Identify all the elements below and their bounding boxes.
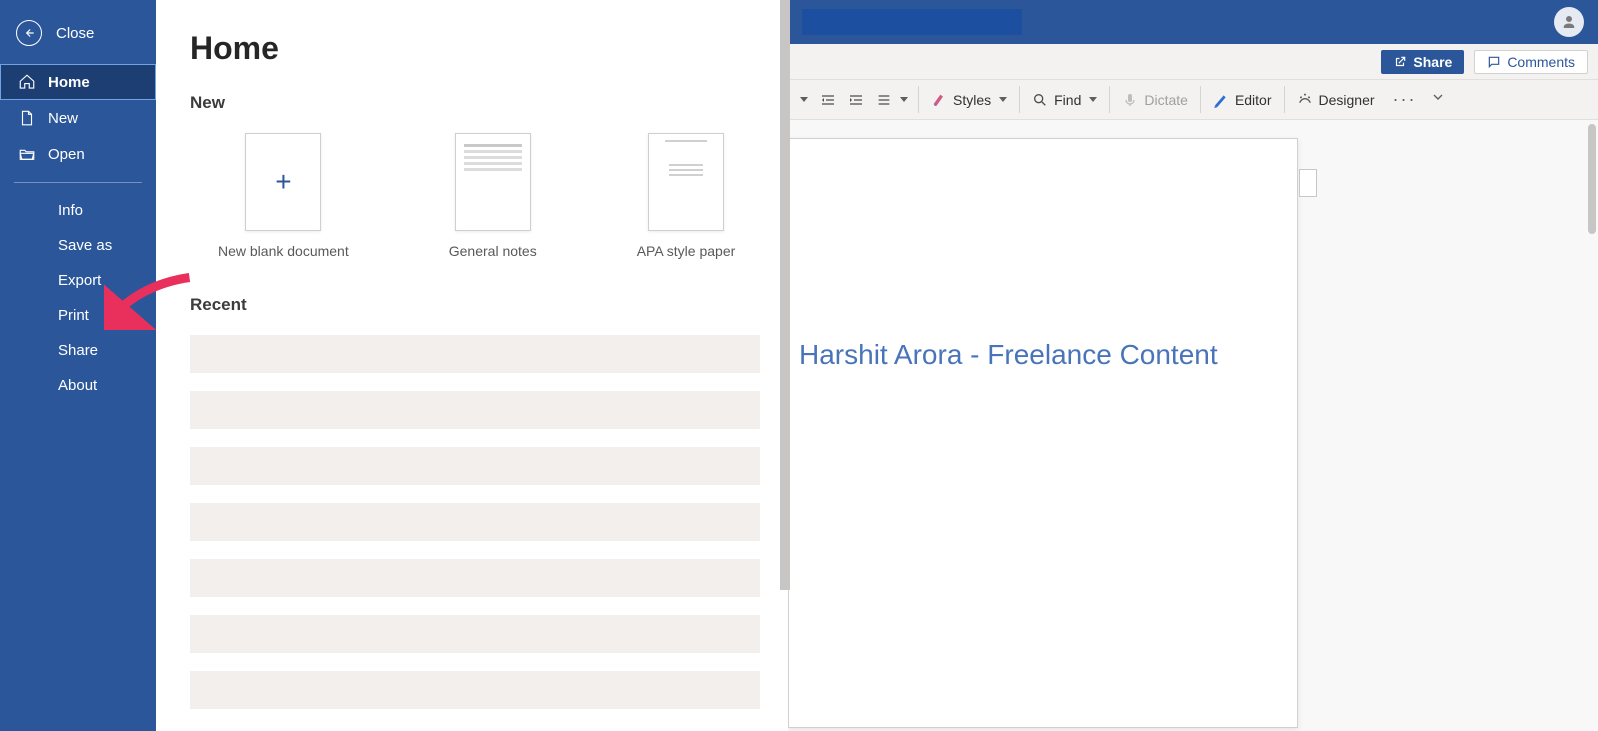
find-button[interactable]: Find bbox=[1026, 88, 1103, 112]
template-apa-style-paper[interactable]: APA style paper bbox=[637, 133, 736, 259]
microphone-icon bbox=[1122, 92, 1138, 108]
ruler-marker[interactable] bbox=[1299, 169, 1317, 197]
document-title-field[interactable] bbox=[802, 9, 1022, 35]
search-icon bbox=[1032, 92, 1048, 108]
user-icon bbox=[1560, 13, 1578, 31]
sidebar-item-label: Export bbox=[58, 272, 101, 289]
new-file-icon bbox=[18, 109, 36, 127]
template-gallery: + New blank document General notes APA s… bbox=[218, 133, 760, 259]
sidebar-item-label: Save as bbox=[58, 237, 112, 254]
sidebar-item-export[interactable]: Export bbox=[0, 263, 156, 298]
ribbon-collapse-button[interactable] bbox=[1429, 89, 1447, 110]
chevron-down-icon bbox=[1430, 89, 1446, 105]
open-folder-icon bbox=[18, 145, 36, 163]
editor-label: Editor bbox=[1235, 92, 1272, 108]
increase-indent-button[interactable] bbox=[844, 88, 868, 112]
new-section-header: New bbox=[190, 93, 760, 113]
recent-file-placeholder[interactable] bbox=[190, 615, 760, 653]
sidebar-item-home[interactable]: Home bbox=[0, 64, 156, 100]
sidebar-item-label: Home bbox=[48, 74, 90, 91]
document-page[interactable]: Harshit Arora - Freelance Content bbox=[788, 138, 1298, 728]
recent-file-placeholder[interactable] bbox=[190, 335, 760, 373]
sidebar-item-label: Share bbox=[58, 342, 98, 359]
designer-icon bbox=[1297, 92, 1313, 108]
backstage-content: Home New + New blank document General no… bbox=[156, 0, 790, 731]
styles-button[interactable]: Styles bbox=[925, 88, 1013, 112]
plus-icon: + bbox=[245, 133, 321, 231]
account-avatar[interactable] bbox=[1554, 7, 1584, 37]
ribbon: Styles Find Dictate Editor Designer bbox=[788, 80, 1598, 120]
dictate-label: Dictate bbox=[1144, 92, 1188, 108]
comments-button[interactable]: Comments bbox=[1474, 50, 1588, 74]
template-label: APA style paper bbox=[637, 243, 736, 259]
template-thumbnail bbox=[648, 133, 724, 231]
share-icon bbox=[1393, 55, 1407, 69]
sidebar-item-label: Info bbox=[58, 202, 83, 219]
line-spacing-icon bbox=[876, 92, 892, 108]
sidebar-item-label: Open bbox=[48, 146, 85, 163]
recent-section-header: Recent bbox=[190, 295, 760, 315]
share-bar: Share Comments bbox=[788, 44, 1598, 80]
share-button[interactable]: Share bbox=[1381, 50, 1464, 74]
document-app: Share Comments Styles bbox=[788, 0, 1598, 731]
sidebar-item-about[interactable]: About bbox=[0, 368, 156, 403]
designer-label: Designer bbox=[1319, 92, 1375, 108]
document-canvas[interactable]: Harshit Arora - Freelance Content bbox=[788, 120, 1598, 731]
backstage-scrollbar-thumb[interactable] bbox=[780, 0, 790, 590]
sidebar-item-print[interactable]: Print bbox=[0, 298, 156, 333]
sidebar-item-label: About bbox=[58, 377, 97, 394]
recent-file-placeholder[interactable] bbox=[190, 503, 760, 541]
comments-label: Comments bbox=[1507, 54, 1575, 70]
decrease-indent-button[interactable] bbox=[816, 88, 840, 112]
page-title: Home bbox=[190, 30, 760, 67]
styles-icon bbox=[931, 92, 947, 108]
sidebar-item-new[interactable]: New bbox=[0, 100, 156, 136]
designer-button[interactable]: Designer bbox=[1291, 88, 1381, 112]
editor-icon bbox=[1213, 92, 1229, 108]
recent-file-placeholder[interactable] bbox=[190, 559, 760, 597]
back-arrow-icon bbox=[16, 20, 42, 46]
outdent-icon bbox=[820, 92, 836, 108]
sidebar-item-open[interactable]: Open bbox=[0, 136, 156, 172]
template-general-notes[interactable]: General notes bbox=[449, 133, 537, 259]
indent-icon bbox=[848, 92, 864, 108]
comment-icon bbox=[1487, 55, 1501, 69]
title-bar bbox=[788, 0, 1598, 44]
sidebar-item-save-as[interactable]: Save as bbox=[0, 228, 156, 263]
close-backstage-button[interactable]: Close bbox=[0, 0, 156, 64]
line-spacing-button[interactable] bbox=[872, 88, 912, 112]
share-label: Share bbox=[1413, 54, 1452, 70]
document-hyperlink-text[interactable]: Harshit Arora - Freelance Content bbox=[799, 339, 1218, 371]
home-icon bbox=[18, 73, 36, 91]
sidebar-divider bbox=[14, 182, 142, 183]
close-label: Close bbox=[56, 25, 94, 42]
backstage-sidebar: Close Home New Open Info Save as bbox=[0, 0, 156, 731]
sidebar-item-label: New bbox=[48, 110, 78, 127]
recent-files-list bbox=[190, 335, 760, 709]
sidebar-item-share[interactable]: Share bbox=[0, 333, 156, 368]
template-blank-document[interactable]: + New blank document bbox=[218, 133, 349, 259]
template-thumbnail bbox=[455, 133, 531, 231]
recent-file-placeholder[interactable] bbox=[190, 447, 760, 485]
styles-label: Styles bbox=[953, 92, 991, 108]
editor-button[interactable]: Editor bbox=[1207, 88, 1278, 112]
template-label: General notes bbox=[449, 243, 537, 259]
backstage-panel: Close Home New Open Info Save as bbox=[0, 0, 790, 731]
recent-file-placeholder[interactable] bbox=[190, 671, 760, 709]
recent-file-placeholder[interactable] bbox=[190, 391, 760, 429]
template-label: New blank document bbox=[218, 243, 349, 259]
ribbon-leading-dropdown[interactable] bbox=[794, 93, 812, 106]
sidebar-item-label: Print bbox=[58, 307, 89, 324]
sidebar-item-info[interactable]: Info bbox=[0, 193, 156, 228]
find-label: Find bbox=[1054, 92, 1081, 108]
vertical-scrollbar-thumb[interactable] bbox=[1588, 124, 1596, 234]
dictate-button[interactable]: Dictate bbox=[1116, 88, 1194, 112]
ribbon-overflow-button[interactable]: ··· bbox=[1385, 89, 1425, 110]
